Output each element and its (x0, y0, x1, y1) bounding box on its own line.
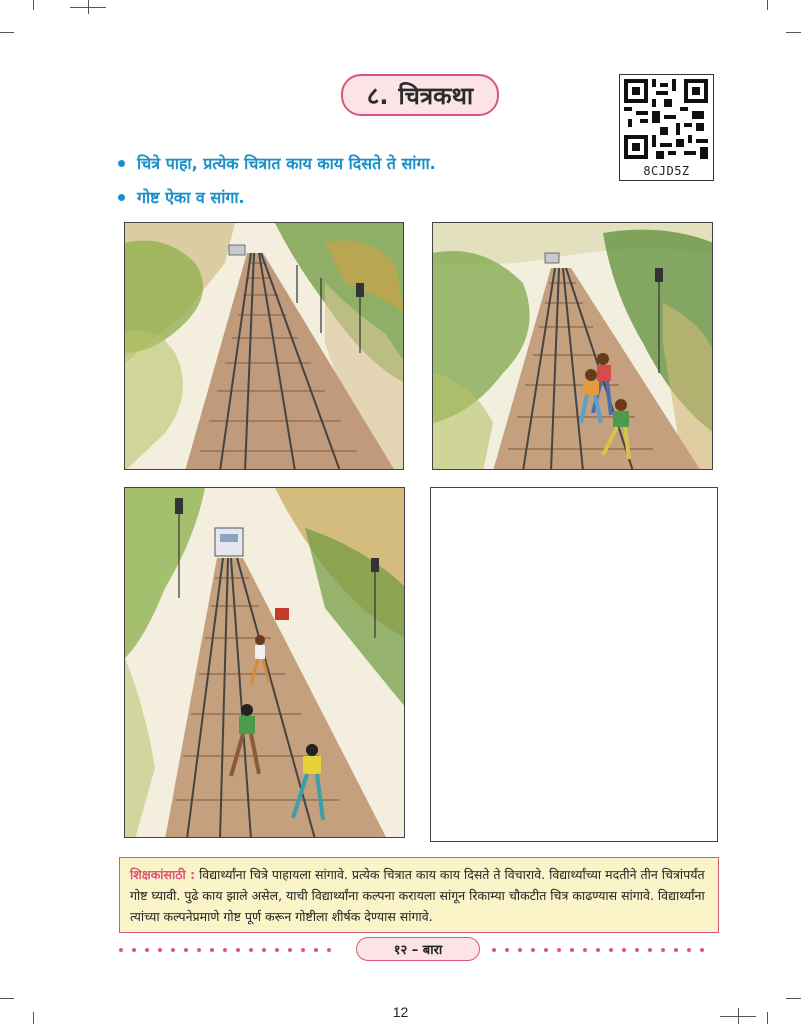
teacher-note-label: शिक्षकांसाठी : (130, 867, 196, 882)
chapter-number: ८. (366, 81, 389, 110)
bullet-icon (118, 159, 125, 167)
instruction-item: चित्रे पाहा, प्रत्येक चित्रात काय काय दि… (118, 148, 436, 178)
instruction-text: गोष्ट ऐका व सांगा. (137, 188, 245, 207)
qr-code-icon (624, 79, 708, 159)
teacher-note: शिक्षकांसाठी : विद्यार्थ्यांना चित्रे पा… (119, 857, 719, 933)
page-tag: १२ – बारा (356, 937, 480, 961)
crop-mark (88, 0, 89, 14)
instruction-item: गोष्ट ऐका व सांगा. (118, 182, 436, 212)
railway-track-illustration (125, 223, 403, 469)
page-number: 12 (392, 1004, 409, 1020)
chapter-title-text: चित्रकथा (398, 81, 474, 110)
empty-drawing-frame[interactable] (430, 487, 718, 842)
crop-mark (786, 998, 801, 999)
crop-mark (767, 0, 768, 10)
children-on-track-illustration (433, 223, 712, 469)
crop-mark (33, 0, 34, 10)
story-panel-2 (432, 222, 713, 470)
qr-code-box[interactable]: 8CJD5Z (619, 74, 714, 181)
footer-dots-left (119, 945, 331, 955)
qr-code-label: 8CJD5Z (643, 164, 690, 178)
story-panel-1 (124, 222, 404, 470)
footer-dots-right (492, 945, 704, 955)
instruction-list: चित्रे पाहा, प्रत्येक चित्रात काय काय दि… (118, 148, 436, 216)
story-panel-3 (124, 487, 405, 838)
crop-mark (0, 32, 14, 33)
crop-mark (786, 32, 801, 33)
crop-mark (0, 998, 14, 999)
train-approaching-illustration (125, 488, 404, 837)
teacher-note-text: विद्यार्थ्यांना चित्रे पाहायला सांगावे. … (130, 867, 705, 924)
chapter-title: ८. चित्रकथा (341, 74, 499, 116)
instruction-text: चित्रे पाहा, प्रत्येक चित्रात काय काय दि… (137, 154, 436, 173)
bullet-icon (118, 193, 125, 201)
page-tag-text: १२ – बारा (393, 943, 443, 958)
